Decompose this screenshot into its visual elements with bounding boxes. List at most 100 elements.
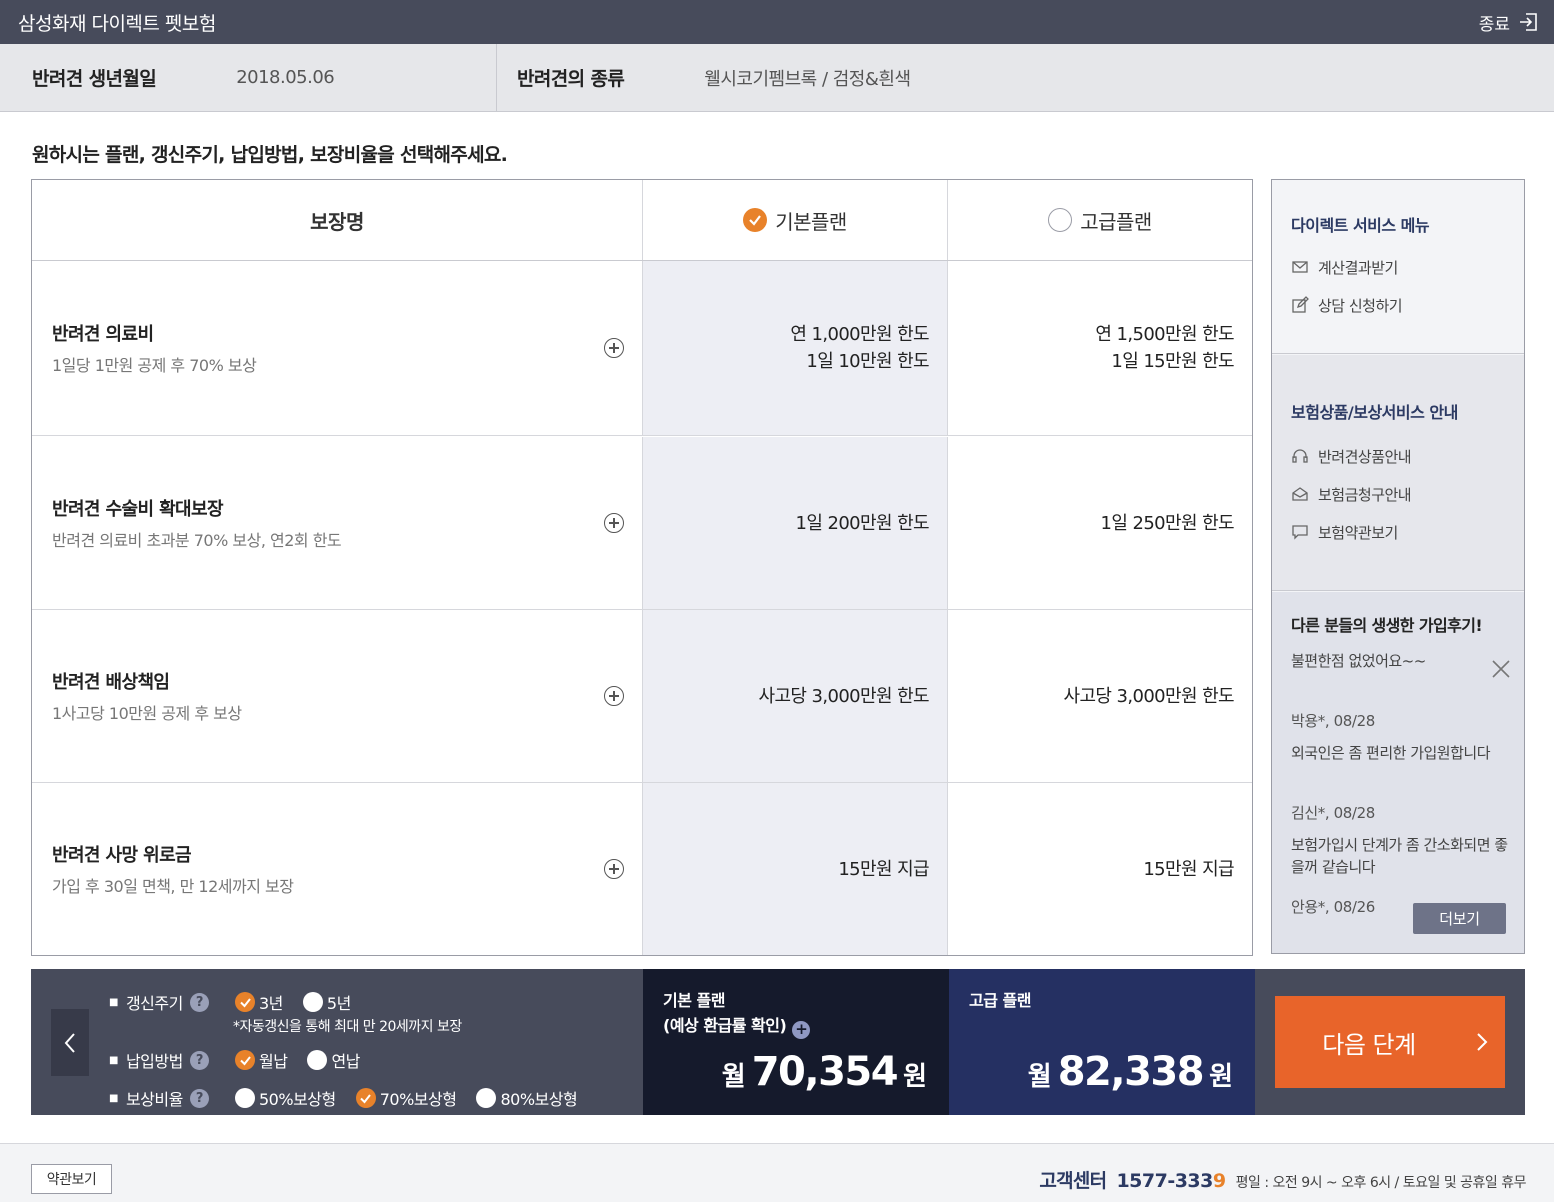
- basic-value-cell: 연 1,000만원 한도 1일 10만원 한도: [642, 261, 947, 435]
- help-icon[interactable]: ?: [189, 992, 209, 1012]
- review-text: 외국인은 좀 편리한 가입원합니다: [1291, 744, 1491, 762]
- top-bar: 삼성화재 다이렉트 펫보험 종료: [0, 0, 1554, 44]
- bullet-icon: ■: [109, 1092, 118, 1104]
- birth-value: 2018.05.06: [236, 67, 335, 88]
- cs-hours: 평일 : 오전 9시 ~ 오후 6시 / 토요일 및 공휴일 휴무: [1235, 1175, 1527, 1191]
- menu-item-label: 보험약관보기: [1318, 523, 1398, 542]
- refund-rate-label: (예상 환급률 확인): [663, 1016, 787, 1035]
- menu-item-product-guide[interactable]: 반려견상품안내: [1291, 437, 1524, 475]
- exit-icon: [1520, 13, 1537, 31]
- basic-price-title: 기본 플랜: [663, 991, 725, 1010]
- menu-item-label: 상담 신청하기: [1318, 296, 1403, 315]
- next-step-button[interactable]: 다음 단계: [1275, 996, 1505, 1088]
- ratio-50-radio[interactable]: 50%보상형: [235, 1086, 336, 1110]
- premium-value: 연 1,500만원 한도: [1095, 324, 1234, 345]
- price-unit: 원: [1209, 1062, 1233, 1092]
- checked-radio-icon: [743, 208, 768, 232]
- renewal-label: 갱신주기: [125, 994, 183, 1013]
- prev-button[interactable]: [51, 1009, 89, 1076]
- unchecked-radio-icon: [235, 1088, 255, 1108]
- basic-value: 사고당 3,000만원 한도: [758, 685, 930, 707]
- more-button[interactable]: 더보기: [1413, 903, 1506, 934]
- checked-radio-icon: [235, 992, 255, 1012]
- payment-yearly-radio[interactable]: 연납: [307, 1048, 360, 1072]
- expand-plus-icon[interactable]: [604, 859, 624, 879]
- menu-item-terms[interactable]: 보험약관보기: [1291, 513, 1524, 551]
- unchecked-radio-icon: [476, 1088, 497, 1108]
- ratio-70-radio[interactable]: 70%보상형: [355, 1086, 457, 1110]
- ratio-label-wrap: ■ 보상비율 ?: [109, 1086, 235, 1110]
- premium-value: 1일 15만원 한도: [1111, 351, 1234, 372]
- plus-icon: +: [792, 1020, 811, 1039]
- premium-value: 사고당 3,000만원 한도: [1063, 685, 1235, 707]
- help-icon[interactable]: ?: [189, 1088, 209, 1108]
- premium-plan-price: 고급 플랜 월 82,338 원: [949, 969, 1255, 1115]
- bullet-icon: ■: [109, 1054, 118, 1066]
- price-prefix: 월: [1027, 1062, 1052, 1092]
- expand-plus-icon[interactable]: [604, 338, 624, 358]
- coverage-title: 반려견 수술비 확대보장: [52, 499, 224, 520]
- menu-item-consult[interactable]: 상담 신청하기: [1291, 286, 1524, 324]
- expand-plus-icon[interactable]: [604, 513, 624, 533]
- auto-renewal-note: *자동갱신을 통해 최대 만 20세까지 보장: [233, 1019, 462, 1035]
- coverage-name-cell: 반려견 사망 위로금 가입 후 30일 면책, 만 12세까지 보장: [32, 783, 642, 955]
- review-author: 김신*, 08/28: [1291, 804, 1375, 822]
- coverage-name-cell: 반려견 배상책임 1사고당 10만원 공제 후 보상: [32, 610, 642, 782]
- headset-icon: [1292, 449, 1308, 463]
- checked-radio-icon: [235, 1050, 255, 1070]
- bullet-icon: ■: [109, 996, 118, 1008]
- unchecked-radio-icon: [302, 992, 323, 1012]
- choice-label: 80%보상형: [500, 1090, 578, 1109]
- envelope-open-icon: [1292, 487, 1308, 501]
- chat-icon: [1292, 525, 1308, 540]
- customer-center: 고객센터 1577-3339 평일 : 오전 9시 ~ 오후 6시 / 토요일 …: [1039, 1166, 1526, 1193]
- expand-plus-icon[interactable]: [604, 686, 624, 706]
- menu-item-label: 계산결과받기: [1318, 258, 1398, 277]
- cs-number-last: 9: [1212, 1170, 1226, 1192]
- side-panel: 다이렉트 서비스 메뉴 계산결과받기 상담 신청하기 보험상품/보상서비스 안내…: [1271, 179, 1525, 954]
- table-row: 반려견 수술비 확대보장 반려견 의료비 초과분 70% 보상, 연2회 한도 …: [32, 437, 1252, 610]
- premium-plan-radio[interactable]: 고급플랜: [1048, 206, 1152, 235]
- basic-value: 1일 10만원 한도: [806, 351, 929, 372]
- basic-plan-radio[interactable]: 기본플랜: [743, 206, 847, 235]
- close-icon[interactable]: [1490, 658, 1512, 680]
- birth-label: 반려견 생년월일: [32, 68, 157, 90]
- renewal-5yr-radio[interactable]: 5년: [302, 990, 351, 1014]
- ratio-80-radio[interactable]: 80%보상형: [476, 1086, 578, 1110]
- menu-item-calc-result[interactable]: 계산결과받기: [1291, 248, 1524, 286]
- bottom-bar: ■ 갱신주기 ? 3년 5년 *자동갱신을 통해 최대 만 20세까지 보장 ■…: [31, 969, 1525, 1115]
- premium-value: 15만원 지급: [1143, 858, 1234, 880]
- cs-label: 고객센터: [1039, 1170, 1107, 1192]
- price-number: 82,338: [1057, 1049, 1205, 1095]
- payment-label: 납입방법: [125, 1052, 183, 1071]
- header-coverage-name: 보장명: [310, 209, 364, 234]
- coverage-desc: 가입 후 30일 면책, 만 12세까지 보장: [52, 877, 294, 896]
- premium-value-cell: 사고당 3,000만원 한도: [947, 610, 1252, 782]
- basic-value: 15만원 지급: [838, 858, 929, 880]
- menu-item-label: 반려견상품안내: [1318, 447, 1412, 466]
- instruction-text: 원하시는 플랜, 갱신주기, 납입방법, 보장비율을 선택해주세요.: [32, 144, 508, 166]
- terms-button[interactable]: 약관보기: [31, 1164, 112, 1194]
- coverage-name-cell: 반려견 의료비 1일당 1만원 공제 후 70% 보상: [32, 261, 642, 435]
- mail-icon: [1292, 261, 1308, 273]
- premium-plan-label: 고급플랜: [1080, 209, 1152, 234]
- menu-item-claim-guide[interactable]: 보험금청구안내: [1291, 475, 1524, 513]
- footer: 약관보기 고객센터 1577-3339 평일 : 오전 9시 ~ 오후 6시 /…: [0, 1143, 1554, 1202]
- ratio-label: 보상비율: [125, 1090, 183, 1109]
- renewal-3yr-radio[interactable]: 3년: [235, 990, 283, 1014]
- exit-button[interactable]: 종료: [1479, 10, 1538, 35]
- direct-service-title: 다이렉트 서비스 메뉴: [1291, 216, 1430, 235]
- next-step-label: 다음 단계: [1322, 1030, 1416, 1059]
- basic-value-cell: 사고당 3,000만원 한도: [642, 610, 947, 782]
- coverage-title: 반려견 배상책임: [52, 672, 170, 693]
- refund-rate-link[interactable]: (예상 환급률 확인) +: [663, 1013, 811, 1039]
- coverage-name-cell: 반려견 수술비 확대보장 반려견 의료비 초과분 70% 보상, 연2회 한도: [32, 437, 642, 609]
- coverage-title: 반려견 의료비: [52, 324, 154, 345]
- ratio-option: ■ 보상비율 ? 50%보상형 70%보상형 80%보상형: [109, 1086, 597, 1110]
- checked-radio-icon: [355, 1088, 376, 1108]
- price-number: 70,354: [751, 1049, 899, 1095]
- help-icon[interactable]: ?: [189, 1050, 209, 1070]
- guide-title: 보험상품/보상서비스 안내: [1291, 403, 1458, 422]
- premium-value: 1일 250만원 한도: [1100, 512, 1235, 534]
- payment-monthly-radio[interactable]: 월납: [235, 1048, 288, 1072]
